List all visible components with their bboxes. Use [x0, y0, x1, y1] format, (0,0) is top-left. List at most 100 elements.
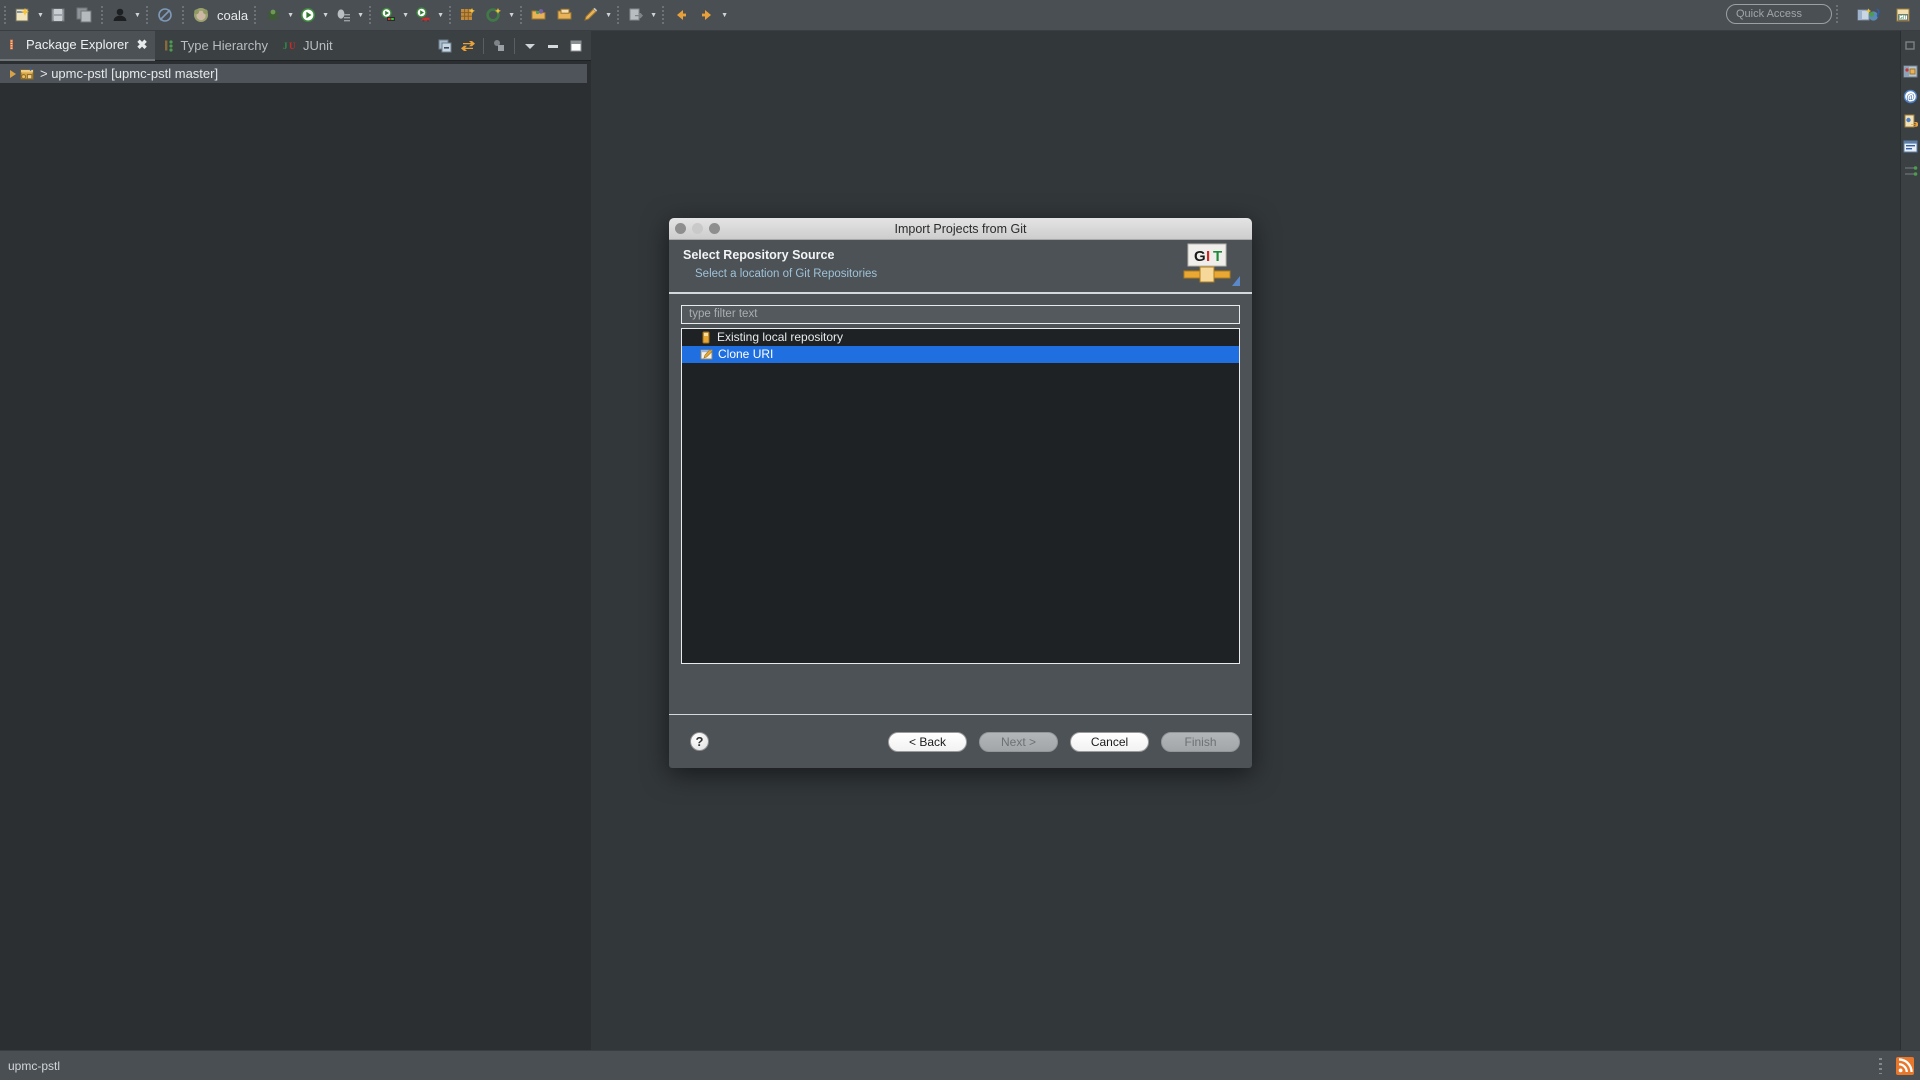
run-server-icon[interactable]	[411, 3, 435, 27]
new-class-icon[interactable]	[482, 3, 506, 27]
help-button[interactable]: ?	[690, 732, 709, 751]
run-coverage-dropdown-arrow[interactable]: ▼	[401, 3, 410, 27]
save-all-icon[interactable]	[72, 3, 96, 27]
toolbar-separator	[449, 6, 452, 24]
tab-label: Type Hierarchy	[180, 38, 268, 53]
java-browsing-icon[interactable]	[1902, 112, 1920, 130]
package-explorer-icon	[8, 38, 21, 51]
repository-source-list[interactable]: Existing local repository Clone URI	[681, 327, 1240, 664]
run-icon[interactable]	[296, 3, 320, 27]
export-icon[interactable]	[624, 3, 648, 27]
wizard-buttons: < Back Next > Cancel Finish	[888, 731, 1240, 752]
focus-on-active-task-icon[interactable]	[488, 35, 510, 57]
run-coverage-icon[interactable]	[376, 3, 400, 27]
quick-access-input[interactable]	[1726, 4, 1832, 24]
new-package-icon[interactable]	[456, 3, 480, 27]
svg-text:I: I	[1206, 248, 1210, 265]
list-item-clone-uri[interactable]: Clone URI	[682, 345, 1239, 363]
minimize-view-icon[interactable]	[542, 35, 564, 57]
link-with-editor-icon[interactable]	[457, 35, 479, 57]
coala-icon[interactable]	[189, 3, 213, 27]
open-type-icon[interactable]	[527, 3, 551, 27]
junit-icon: J U	[283, 39, 298, 52]
close-icon[interactable]: ✖	[137, 37, 148, 53]
toolbar-separator	[182, 6, 184, 24]
console-view-icon[interactable]	[1902, 137, 1920, 155]
external-tools-dropdown-arrow[interactable]: ▼	[356, 3, 365, 27]
list-item-label: Clone URI	[718, 347, 774, 361]
type-hierarchy-icon	[163, 39, 176, 52]
forward-icon[interactable]	[695, 3, 719, 27]
team-sync-icon[interactable]	[1902, 162, 1920, 180]
svg-text:@: @	[1906, 92, 1914, 102]
user-dropdown-arrow[interactable]: ▼	[133, 3, 142, 27]
toolbar-separator	[254, 6, 257, 24]
run-server-dropdown-arrow[interactable]: ▼	[436, 3, 445, 27]
chevron-right-icon[interactable]	[10, 69, 16, 78]
import-projects-dialog: Import Projects from Git Select Reposito…	[669, 218, 1252, 768]
toolbar-separator	[369, 6, 372, 24]
java-project-icon	[20, 66, 36, 81]
view-toolbar	[434, 31, 587, 61]
dialog-body: Existing local repository Clone URI	[669, 294, 1252, 672]
coala-label: coala	[217, 7, 249, 23]
status-text: upmc-pstl	[8, 1058, 61, 1073]
toolbar-divider	[483, 38, 484, 54]
sidebar-item-package-explorer[interactable]: Package Explorer ✖	[0, 30, 155, 61]
toolbar-separator	[617, 6, 620, 24]
external-tools-icon[interactable]	[331, 3, 355, 27]
open-task-icon[interactable]	[553, 3, 577, 27]
new-class-dropdown-arrow[interactable]: ▼	[507, 3, 516, 27]
quick-access-area	[1726, 4, 1842, 24]
java-perspective-icon[interactable]	[1863, 3, 1887, 27]
back-button[interactable]: < Back	[888, 731, 967, 752]
svg-text:U: U	[289, 41, 296, 51]
view-tab-bar: Package Explorer ✖ Type Hierarchy J U JU…	[0, 30, 591, 61]
finish-button[interactable]: Finish	[1161, 731, 1240, 752]
no-annotation-icon[interactable]	[153, 3, 177, 27]
toolbar-separator	[4, 6, 6, 24]
at-perspective-icon[interactable]: @	[1902, 87, 1920, 105]
filter-input[interactable]	[681, 304, 1240, 324]
maximize-view-icon[interactable]	[565, 35, 587, 57]
toolbar-separator	[146, 6, 148, 24]
next-button[interactable]: Next >	[979, 731, 1058, 752]
git-logo-icon: G I T	[1180, 242, 1242, 294]
pencil-icon[interactable]	[579, 3, 603, 27]
debug-icon[interactable]	[261, 3, 285, 27]
toolbar-separator	[662, 6, 665, 24]
toolbar-separator	[101, 6, 103, 24]
cancel-button[interactable]: Cancel	[1070, 731, 1149, 752]
view-menu-icon[interactable]	[519, 35, 541, 57]
project-tree: > upmc-pstl [upmc-pstl master]	[0, 61, 591, 1050]
package-explorer-view: Package Explorer ✖ Type Hierarchy J U JU…	[0, 30, 591, 1050]
local-repository-icon	[700, 331, 712, 344]
collapse-all-icon[interactable]	[434, 35, 456, 57]
clone-uri-icon	[700, 348, 713, 361]
toolbar-separator	[520, 6, 523, 24]
back-icon[interactable]	[669, 3, 693, 27]
tree-item-label: > upmc-pstl [upmc-pstl master]	[40, 66, 219, 81]
list-item-existing-local-repository[interactable]: Existing local repository	[682, 329, 1239, 346]
forward-dropdown-arrow[interactable]: ▼	[720, 3, 729, 27]
new-wizard-dropdown-arrow[interactable]: ▼	[36, 3, 45, 27]
list-item-label: Existing local repository	[717, 330, 844, 344]
run-dropdown-arrow[interactable]: ▼	[321, 3, 330, 27]
user-icon[interactable]	[108, 3, 132, 27]
sidebar-item-junit[interactable]: J U JUnit	[275, 31, 340, 61]
tree-item-upmc-pstl[interactable]: > upmc-pstl [upmc-pstl master]	[0, 64, 587, 83]
new-wizard-icon[interactable]	[11, 3, 35, 27]
java-perspective-fastview-icon[interactable]	[1902, 62, 1920, 80]
pencil-dropdown-arrow[interactable]: ▼	[604, 3, 613, 27]
save-icon[interactable]	[46, 3, 70, 27]
rss-feed-icon[interactable]	[1896, 1056, 1914, 1075]
dialog-titlebar[interactable]: Import Projects from Git	[669, 218, 1252, 240]
main-toolbar: ▼ ▼ coala ▼ ▼ ▼ ▼ ▼ ▼ ▼ ▼ ▼ Quick Access…	[0, 0, 1920, 31]
export-dropdown-arrow[interactable]: ▼	[649, 3, 658, 27]
status-drag-handle[interactable]	[1879, 1057, 1882, 1074]
debug-dropdown-arrow[interactable]: ▼	[286, 3, 295, 27]
git-perspective-icon[interactable]: GIT	[1891, 3, 1915, 27]
restore-icon[interactable]	[1902, 37, 1920, 55]
sidebar-item-type-hierarchy[interactable]: Type Hierarchy	[155, 31, 275, 61]
dialog-header: Select Repository Source Select a locati…	[669, 240, 1252, 294]
